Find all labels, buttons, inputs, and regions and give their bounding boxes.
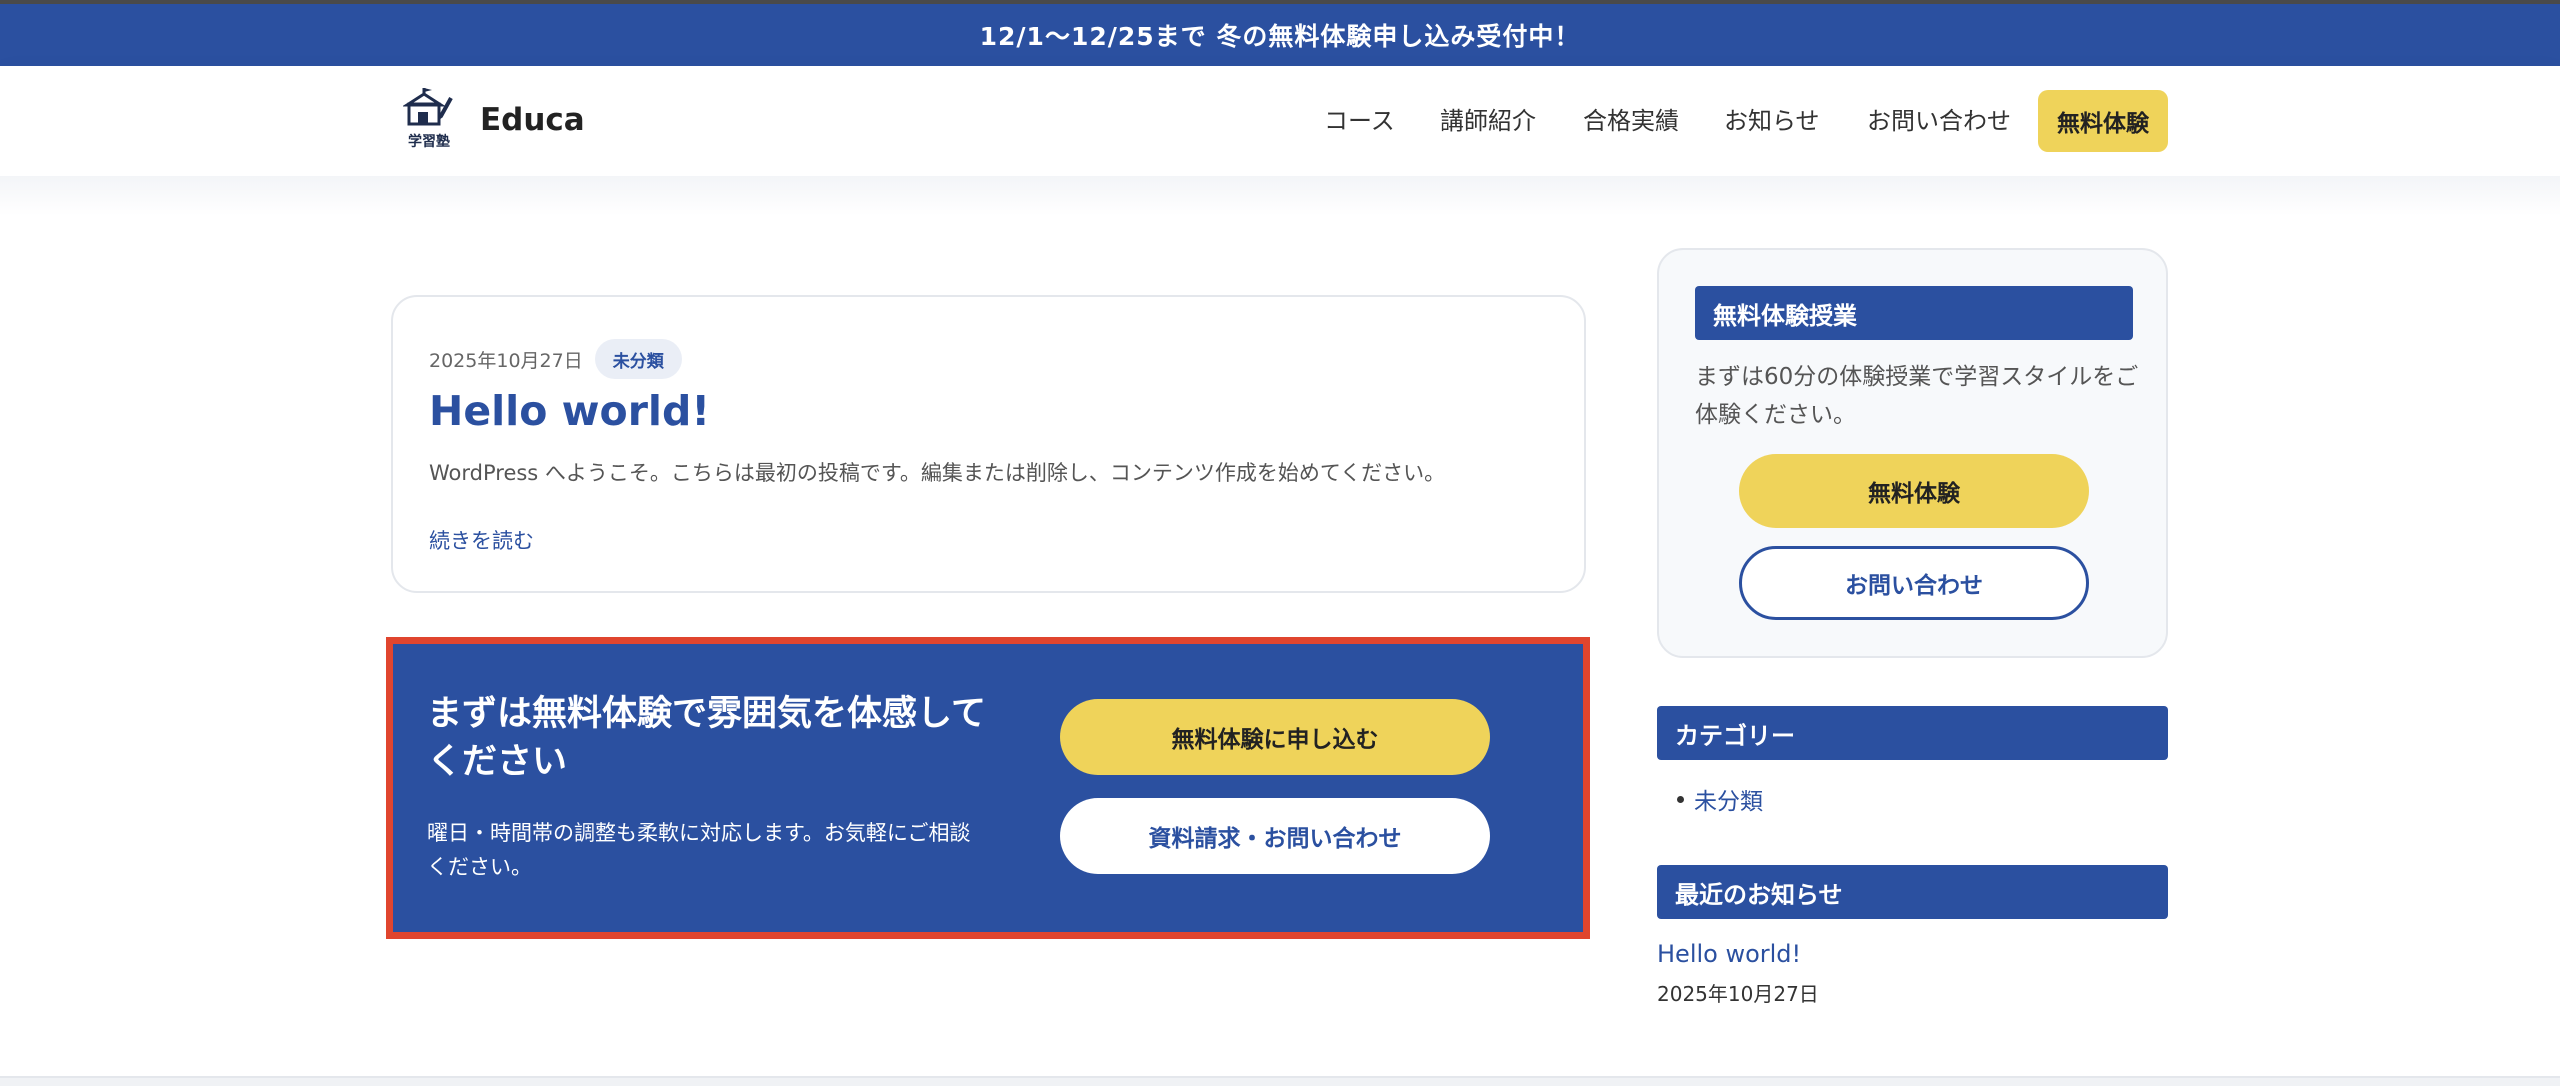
bullet-icon — [1677, 795, 1684, 803]
post-excerpt: WordPress へようこそ。こちらは最初の投稿です。編集または削除し、コンテ… — [429, 461, 1446, 485]
recent-news-date: 2025年10月27日 — [1657, 982, 1819, 1006]
category-link[interactable]: 未分類 — [1694, 782, 1763, 816]
trial-widget-heading: 無料体験授業 — [1695, 286, 2133, 340]
request-info-button[interactable]: 資料請求・お問い合わせ — [1060, 798, 1490, 874]
post-meta: 2025年10月27日 未分類 — [429, 339, 682, 379]
cta-description: 曜日・時間帯の調整も柔軟に対応します。お気軽にご相談ください。 — [427, 821, 971, 879]
nav-course[interactable]: コース — [1324, 90, 1395, 152]
cta-panel: まずは無料体験で雰囲気を体感してください 曜日・時間帯の調整も柔軟に対応します。… — [393, 644, 1583, 932]
main-nav: コース 講師紹介 合格実績 お知らせ お問い合わせ — [0, 90, 2560, 152]
post-date: 2025年10月27日 — [429, 349, 583, 372]
announcement-text: 12/1〜12/25まで 冬の無料体験申し込み受付中！ — [979, 22, 1581, 51]
nav-teachers[interactable]: 講師紹介 — [1440, 90, 1536, 152]
announcement-bar: 12/1〜12/25まで 冬の無料体験申し込み受付中！ — [0, 4, 2560, 66]
trial-widget-free-button[interactable]: 無料体験 — [1739, 454, 2089, 528]
category-badge[interactable]: 未分類 — [594, 339, 682, 379]
trial-widget: 無料体験授業 まずは60分の体験授業で学習スタイルをご体験ください。 無料体験 … — [1657, 248, 2168, 658]
footer-edge — [0, 1076, 2560, 1086]
post-card: 2025年10月27日 未分類 Hello world! WordPress へ… — [391, 295, 1586, 593]
nav-contact[interactable]: お問い合わせ — [1867, 90, 2011, 152]
category-list-item[interactable]: 未分類 — [1677, 782, 1763, 816]
apply-free-trial-button[interactable]: 無料体験に申し込む — [1060, 699, 1490, 775]
post-title[interactable]: Hello world! — [429, 387, 710, 435]
free-trial-nav-button[interactable]: 無料体験 — [2038, 90, 2168, 152]
recent-news-heading: 最近のお知らせ — [1657, 865, 2168, 919]
categories-heading: カテゴリー — [1657, 706, 2168, 760]
site-header: 学習塾 Educa コース 講師紹介 合格実績 お知らせ お問い合わせ 無料体験 — [0, 66, 2560, 176]
header-shadow-band — [0, 176, 2560, 216]
nav-news[interactable]: お知らせ — [1724, 90, 1820, 152]
nav-results[interactable]: 合格実績 — [1583, 90, 1679, 152]
recent-news-link[interactable]: Hello world! — [1657, 940, 1801, 968]
cta-title: まずは無料体験で雰囲気を体感してください — [427, 694, 986, 782]
trial-widget-contact-button[interactable]: お問い合わせ — [1739, 546, 2089, 620]
trial-widget-text: まずは60分の体験授業で学習スタイルをご体験ください。 — [1695, 364, 2139, 428]
read-more-link[interactable]: 続きを読む — [429, 525, 534, 555]
